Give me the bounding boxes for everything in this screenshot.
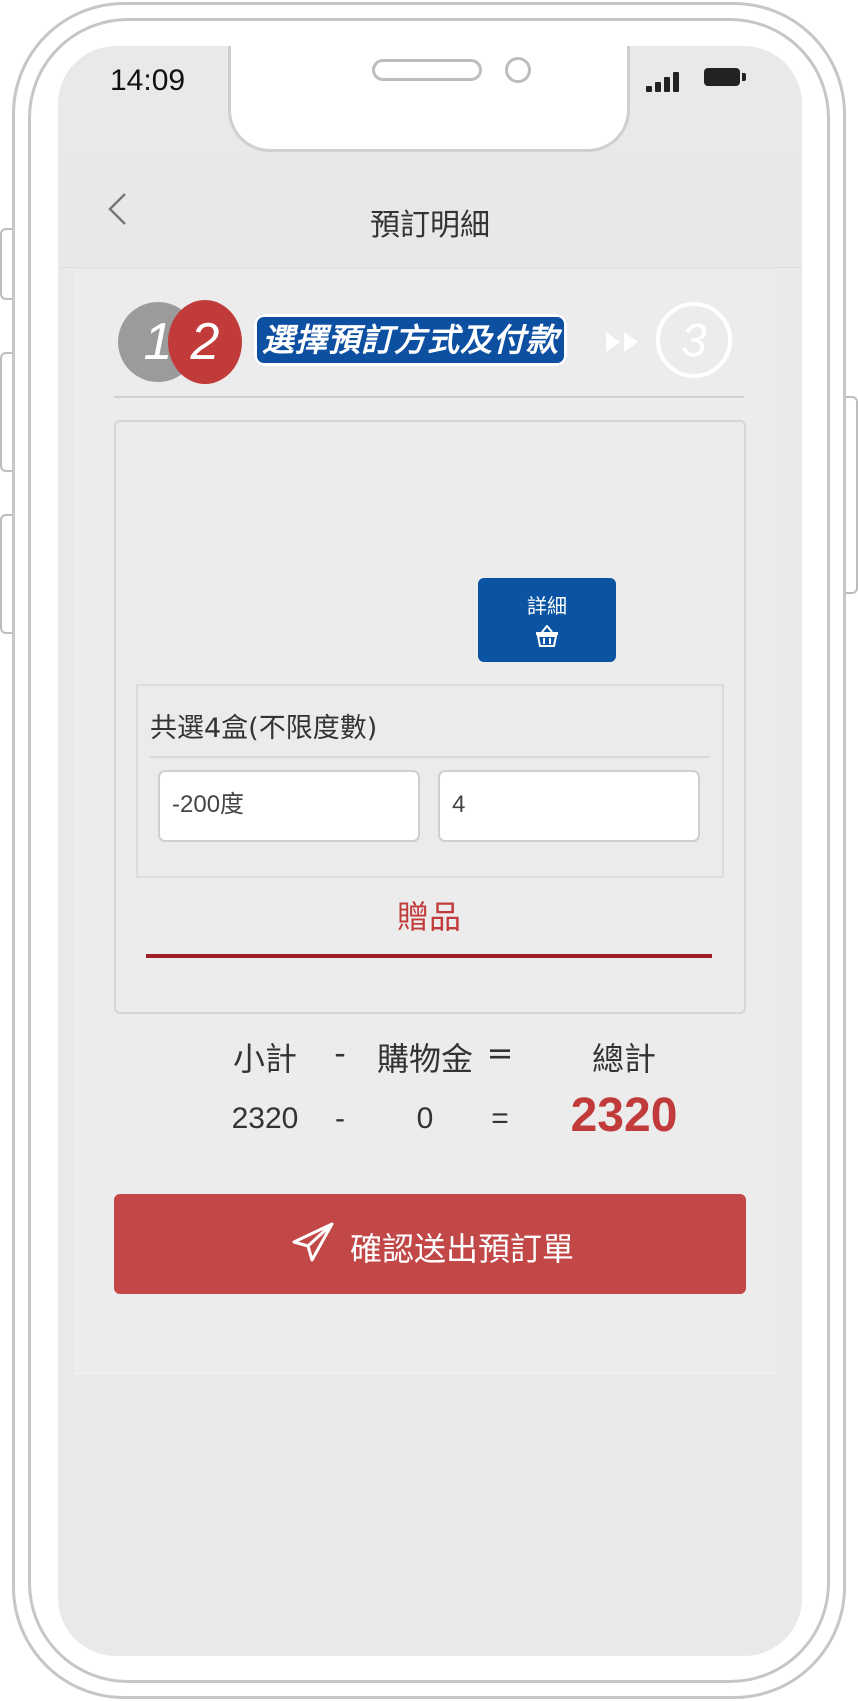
step-indicator: 1 2 選擇預訂方式及付款 3 [74,270,776,400]
camera [505,57,531,83]
detail-button-label: 詳細 [527,594,567,618]
notch [228,46,630,152]
status-time: 14:09 [110,64,186,97]
credit-label: 購物金 [376,1040,473,1078]
degree-select[interactable]: -200度 [158,770,420,842]
divider [150,756,710,758]
basket-icon [536,625,558,647]
step-3-circle: 3 [656,302,732,378]
paper-plane-icon [292,1222,334,1262]
total-value: 2320 [570,1089,678,1142]
detail-button[interactable]: 詳細 [478,578,616,662]
submit-order-button[interactable]: 確認送出預訂單 [114,1194,746,1294]
signal-icon [646,68,686,92]
step-2-circle: 2 [168,300,242,384]
tab-gift[interactable]: 贈品 [146,892,712,956]
side-button-right [844,396,858,594]
double-arrow-icon [602,326,646,356]
app-header: 預訂明細 [58,154,802,268]
current-step-label: 選擇預訂方式及付款 [254,314,568,366]
minus-sign: - [335,1102,345,1135]
credit-value: 0 [416,1102,434,1135]
equals-sign: = [486,1034,514,1072]
phone-frame: 14:09 預訂明細 1 2 選擇預訂方式及付款 3 詳細 共選4盒(不限度數)… [0,0,858,1701]
page-title: 預訂明細 [370,208,490,243]
equals-sign: = [491,1102,509,1135]
speaker [372,59,482,81]
subtotal-value: 2320 [231,1102,299,1135]
total-label: 總計 [591,1040,656,1078]
order-card: 詳細 共選4盒(不限度數) -200度 4 贈品 [114,420,746,1014]
minus-sign: - [334,1034,346,1072]
price-summary: 小計 - 購物金 = 總計 2320 - 0 = 2320 [74,1014,776,1154]
option-title: 共選4盒(不限度數) [150,713,378,744]
main-content: 1 2 選擇預訂方式及付款 3 詳細 共選4盒(不限度數) -200度 4 贈品… [74,270,776,1374]
screen: 14:09 預訂明細 1 2 選擇預訂方式及付款 3 詳細 共選4盒(不限度數)… [58,46,802,1656]
divider [114,396,744,398]
subtotal-label: 小計 [232,1040,297,1078]
battery-icon [704,68,746,86]
submit-order-label: 確認送出預訂單 [350,1230,575,1268]
quantity-input[interactable]: 4 [438,770,700,842]
option-box: 共選4盒(不限度數) -200度 4 [136,684,724,878]
tab-gift-underline [146,954,712,958]
